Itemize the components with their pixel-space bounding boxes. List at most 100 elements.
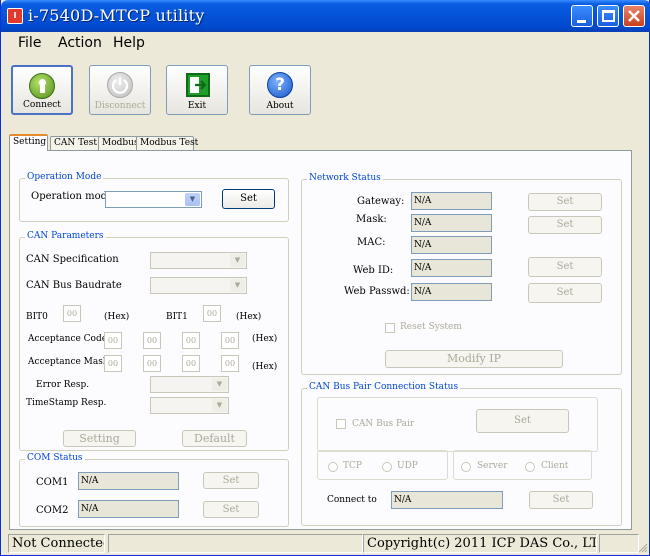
menu-action[interactable]: Action	[58, 35, 102, 51]
webpasswd-set-button[interactable]: Set	[528, 283, 602, 303]
gateway-field: N/A	[411, 192, 492, 210]
com1-set-button[interactable]: Set	[203, 472, 259, 489]
operation-mode-label: Operation mode	[31, 191, 113, 202]
reset-system-checkbox[interactable]	[385, 323, 395, 333]
timestamp-resp-label: TimeStamp Resp.	[26, 398, 107, 408]
setting-panel: Operation Mode Operation mode ▼ Set CAN …	[9, 150, 632, 530]
chevron-down-icon: ▼	[212, 378, 227, 391]
com2-label: COM2	[36, 505, 69, 516]
can-default-button[interactable]: Default	[182, 430, 247, 447]
com-status-group: COM Status COM1 N/A Set COM2 N/A Set	[19, 453, 289, 527]
gateway-set-button[interactable]: Set	[528, 193, 602, 211]
com2-set-button[interactable]: Set	[203, 501, 259, 518]
com-status-title: COM Status	[25, 453, 85, 463]
acceptance-mask-field[interactable]: 00	[221, 355, 239, 372]
acceptance-mask-field[interactable]: 00	[182, 355, 200, 372]
can-specification-select[interactable]: ▼	[150, 252, 247, 269]
reset-system-label: Reset System	[400, 322, 462, 332]
udp-label: UDP	[397, 461, 418, 471]
operation-mode-group: Operation Mode Operation mode ▼ Set	[19, 172, 289, 222]
tab-setting[interactable]: Setting	[9, 134, 48, 151]
webid-label: Web ID:	[353, 265, 394, 276]
status-spacer	[108, 534, 363, 553]
can-bus-pair-checkbox[interactable]	[336, 419, 346, 429]
tab-modbus[interactable]: Modbus	[98, 136, 139, 150]
network-status-title: Network Status	[307, 173, 383, 183]
network-status-group: Network Status Gateway: N/A Set Mask: N/…	[301, 173, 622, 375]
about-button[interactable]: ? About	[249, 65, 311, 115]
about-label: About	[266, 101, 294, 111]
minimize-button[interactable]	[571, 5, 593, 27]
connect-button[interactable]: Connect	[11, 65, 73, 115]
connection-status: Not Connected	[8, 534, 105, 553]
connect-to-set-button[interactable]: Set	[529, 491, 593, 509]
can-pair-set-button[interactable]: Set	[476, 409, 569, 433]
menu-file[interactable]: File	[18, 35, 41, 51]
title-bar[interactable]: I i-7540D-MTCP utility	[1, 0, 650, 32]
toolbar: Connect Disconnect Exit ? About	[2, 55, 649, 127]
copyright-text: Copyright(c) 2011 ICP DAS Co., LTD.	[363, 534, 597, 553]
can-baudrate-label: CAN Bus Baudrate	[26, 280, 122, 291]
client-radio[interactable]	[525, 462, 535, 472]
resize-grip-icon[interactable]	[638, 543, 648, 553]
webpasswd-label: Web Passwd:	[344, 286, 410, 297]
bit0-hex-label: (Hex)	[104, 312, 130, 322]
mask-set-button[interactable]: Set	[528, 216, 602, 234]
menu-help[interactable]: Help	[113, 35, 145, 51]
can-baudrate-select[interactable]: ▼	[150, 277, 247, 294]
acceptance-code-field[interactable]: 00	[104, 332, 122, 349]
operation-mode-set-button[interactable]: Set	[222, 189, 275, 209]
exit-label: Exit	[187, 101, 207, 111]
tcp-radio[interactable]	[328, 462, 338, 472]
close-icon	[628, 10, 640, 22]
can-setting-button[interactable]: Setting	[63, 430, 136, 447]
error-resp-label: Error Resp.	[36, 380, 90, 390]
chevron-down-icon: ▼	[230, 279, 245, 292]
close-button[interactable]	[623, 5, 645, 27]
acceptance-mask-hex-label: (Hex)	[252, 362, 278, 372]
can-pair-title: CAN Bus Pair Connection Status	[307, 382, 461, 392]
client-label: Client	[541, 461, 569, 471]
can-parameters-title: CAN Parameters	[25, 231, 106, 241]
help-icon: ?	[267, 72, 293, 98]
operation-mode-title: Operation Mode	[25, 172, 104, 182]
gateway-label: Gateway:	[357, 196, 405, 207]
minimize-icon	[577, 20, 586, 23]
exit-button[interactable]: Exit	[166, 65, 228, 115]
server-radio[interactable]	[461, 462, 471, 472]
can-specification-label: CAN Specification	[26, 254, 119, 265]
status-bar: Not Connected Copyright(c) 2011 ICP DAS …	[2, 532, 649, 555]
disconnect-label: Disconnect	[94, 101, 146, 111]
mask-field: N/A	[411, 214, 492, 232]
webid-field: N/A	[411, 259, 492, 277]
acceptance-code-field[interactable]: 00	[221, 332, 239, 349]
chevron-down-icon: ▼	[185, 193, 200, 206]
bit0-field[interactable]: 00	[63, 305, 81, 322]
tab-modbus-test[interactable]: Modbus Test	[136, 136, 198, 150]
tab-can-test[interactable]: CAN Test	[50, 136, 104, 150]
acceptance-code-field[interactable]: 00	[143, 332, 161, 349]
timestamp-resp-select[interactable]: ▼	[150, 397, 229, 414]
webpasswd-field: N/A	[411, 283, 492, 301]
maximize-button[interactable]	[597, 5, 619, 27]
com1-field: N/A	[78, 472, 179, 490]
operation-mode-select[interactable]: ▼	[105, 191, 202, 208]
acceptance-mask-field[interactable]: 00	[143, 355, 161, 372]
window-title: i-7540D-MTCP utility	[28, 6, 205, 25]
menu-bar: File Action Help	[2, 32, 649, 54]
acceptance-mask-field[interactable]: 00	[104, 355, 122, 372]
modify-ip-button[interactable]: Modify IP	[385, 350, 563, 368]
connect-icon	[29, 73, 55, 99]
role-box: Server Client	[453, 450, 592, 480]
udp-radio[interactable]	[382, 462, 392, 472]
connect-to-field: N/A	[391, 491, 503, 509]
com1-label: COM1	[36, 477, 69, 488]
acceptance-code-field[interactable]: 00	[182, 332, 200, 349]
bit1-field[interactable]: 00	[203, 305, 221, 322]
webid-set-button[interactable]: Set	[528, 257, 602, 277]
app-window: I i-7540D-MTCP utility File Action Help …	[0, 0, 650, 556]
tcp-label: TCP	[343, 461, 362, 471]
can-bus-pair-label: CAN Bus Pair	[352, 419, 415, 429]
error-resp-select[interactable]: ▼	[150, 376, 229, 393]
disconnect-button[interactable]: Disconnect	[89, 65, 151, 115]
